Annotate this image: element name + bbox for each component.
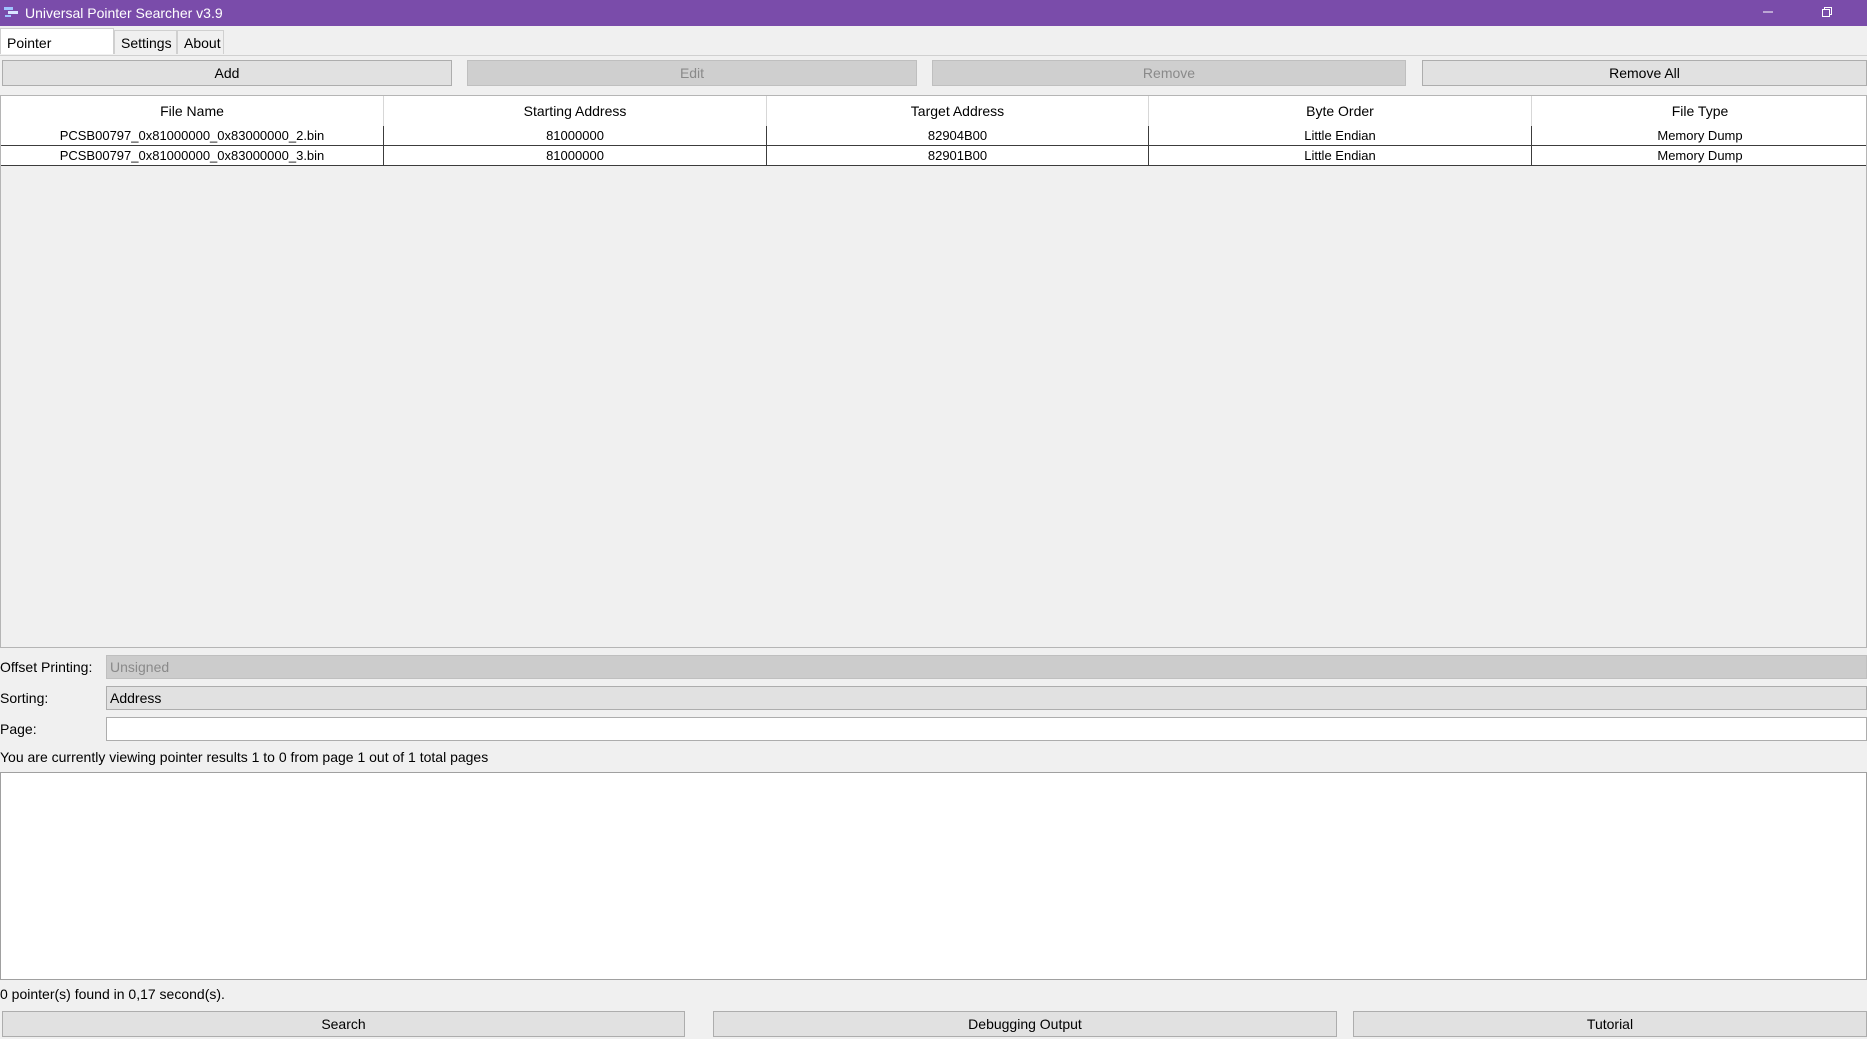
column-header-file-name[interactable]: File Name [1, 96, 384, 126]
column-header-byte-order[interactable]: Byte Order [1149, 96, 1532, 126]
column-header-starting-address[interactable]: Starting Address [384, 96, 767, 126]
found-status-text: 0 pointer(s) found in 0,17 second(s). [0, 986, 225, 1002]
cell-file-name: PCSB00797_0x81000000_0x83000000_2.bin [1, 126, 384, 145]
restore-icon [1821, 5, 1833, 21]
debugging-output-button[interactable]: Debugging Output [713, 1011, 1337, 1037]
cell-file-type: Memory Dump [1657, 148, 1743, 163]
search-button[interactable]: Search [2, 1011, 685, 1037]
cell-byte-order: Little Endian [1149, 146, 1532, 165]
tab-about[interactable]: About [177, 30, 224, 54]
remove-all-button[interactable]: Remove All [1422, 60, 1867, 86]
files-table[interactable]: File Name Starting Address Target Addres… [0, 95, 1867, 648]
offset-printing-label: Offset Printing: [0, 659, 93, 675]
app-icon [3, 5, 19, 19]
cell-file-name: PCSB00797_0x81000000_0x83000000_3.bin [1, 146, 384, 165]
offset-printing-select[interactable]: Unsigned [106, 655, 1867, 679]
minimize-icon [1762, 5, 1774, 21]
tab-settings[interactable]: Settings [114, 30, 177, 54]
cell-target-address: 82901B00 [767, 146, 1149, 165]
column-header-file-type[interactable]: File Type [1532, 96, 1867, 126]
column-header-target-address[interactable]: Target Address [767, 96, 1149, 126]
cell-starting-address: 81000000 [384, 126, 767, 145]
sorting-select[interactable]: Address [106, 686, 1867, 710]
tutorial-button[interactable]: Tutorial [1353, 1011, 1867, 1037]
minimize-button[interactable] [1745, 0, 1791, 26]
page-label: Page: [0, 721, 37, 737]
cell-byte-order: Little Endian [1149, 126, 1532, 145]
sorting-label: Sorting: [0, 690, 49, 706]
cell-starting-address: 81000000 [384, 146, 767, 165]
add-button[interactable]: Add [2, 60, 452, 86]
remove-button[interactable]: Remove [932, 60, 1406, 86]
cell-file-type: Memory Dump [1657, 128, 1743, 143]
viewing-status-text: You are currently viewing pointer result… [0, 749, 489, 765]
table-row[interactable]: PCSB00797_0x81000000_0x83000000_2.bin 81… [1, 126, 1866, 146]
page-input[interactable] [106, 717, 1867, 741]
tab-pointer-searcher[interactable]: Pointer Searcher [0, 28, 114, 79]
table-row[interactable]: PCSB00797_0x81000000_0x83000000_3.bin 81… [1, 146, 1866, 166]
table-header: File Name Starting Address Target Addres… [1, 96, 1866, 127]
results-output[interactable] [0, 772, 1867, 980]
restore-button[interactable] [1804, 0, 1850, 26]
window-title: Universal Pointer Searcher v3.9 [25, 5, 223, 21]
title-bar: Universal Pointer Searcher v3.9 [0, 0, 1867, 26]
cell-target-address: 82904B00 [767, 126, 1149, 145]
edit-button[interactable]: Edit [467, 60, 917, 86]
